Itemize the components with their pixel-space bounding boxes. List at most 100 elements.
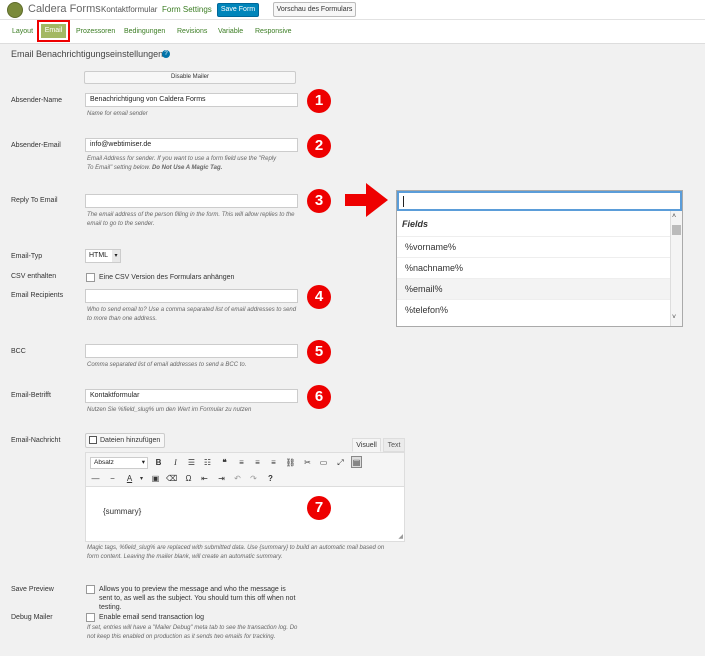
sender-email-label: Absender-Email: [11, 142, 61, 149]
form-name: Kontaktformular: [101, 5, 158, 14]
tab-layout[interactable]: Layout: [12, 28, 33, 35]
strikethrough-icon[interactable]: —: [90, 473, 101, 485]
bcc-description: Comma separated list of email addresses …: [87, 362, 247, 368]
tab-variable[interactable]: Variable: [218, 28, 243, 35]
tab-prozessoren[interactable]: Prozessoren: [76, 28, 115, 35]
dropdown-group-fields: Fields: [402, 219, 429, 229]
debug-mailer-checkbox[interactable]: [86, 613, 95, 622]
preview-form-button[interactable]: Vorschau des Formulars: [273, 2, 356, 17]
marker-5: 5: [307, 340, 331, 364]
redo-icon[interactable]: ↷: [248, 473, 259, 485]
link-icon[interactable]: ⛓: [285, 457, 296, 469]
bold-icon[interactable]: B: [153, 457, 164, 469]
bcc-input[interactable]: [85, 344, 298, 358]
editor-toolbar: Absatz ▾ B I ☰ ☷ ❝ ≡ ≡ ≡ ⛓ ✂ ▭ ⤢ ▤ — − A …: [86, 453, 404, 487]
dropdown-item[interactable]: %nachname%: [397, 257, 670, 278]
tab-revisions[interactable]: Revisions: [177, 28, 207, 35]
outdent-icon[interactable]: ⇤: [199, 473, 210, 485]
tab-text[interactable]: Text: [383, 438, 405, 452]
marker-2: 2: [307, 134, 331, 158]
media-icon: [89, 436, 97, 444]
csv-checkbox[interactable]: [86, 273, 95, 282]
tab-email-highlight: Email: [37, 20, 70, 42]
reply-to-input[interactable]: [85, 194, 298, 208]
align-center-icon[interactable]: ≡: [252, 457, 263, 469]
help-icon[interactable]: ?: [162, 50, 170, 58]
sender-email-desc-line1: Email Address for sender. If you want to…: [87, 156, 277, 162]
disable-mailer-button[interactable]: Disable Mailer: [84, 71, 296, 84]
add-media-button[interactable]: Dateien hinzufügen: [85, 433, 165, 448]
align-right-icon[interactable]: ≡: [268, 457, 279, 469]
clear-formatting-icon[interactable]: ⌫: [166, 473, 177, 485]
fullscreen-icon[interactable]: ⤢: [335, 457, 346, 469]
tab-responsive[interactable]: Responsive: [255, 28, 292, 35]
tab-visual[interactable]: Visuell: [352, 438, 381, 452]
undo-icon[interactable]: ↶: [232, 473, 243, 485]
editor-content[interactable]: {summary}: [103, 507, 141, 516]
help-icon[interactable]: ?: [265, 473, 276, 485]
recipients-description: Who to send email to? Use a comma separa…: [87, 307, 297, 322]
message-editor[interactable]: Absatz ▾ B I ☰ ☷ ❝ ≡ ≡ ≡ ⛓ ✂ ▭ ⤢ ▤ — − A …: [85, 452, 405, 542]
email-type-select[interactable]: HTML ▾: [85, 249, 121, 263]
app-logo: Caldera Forms: [28, 3, 101, 15]
subject-input[interactable]: Kontaktformular: [85, 389, 298, 403]
marker-4: 4: [307, 285, 331, 309]
read-more-icon[interactable]: ▭: [318, 457, 329, 469]
subject-description: Nutzen Sie %field_slug% um den Wert im F…: [87, 407, 252, 413]
magic-tag-search-input[interactable]: [397, 191, 682, 211]
save-preview-checkbox[interactable]: [86, 585, 95, 594]
numbered-list-icon[interactable]: ☷: [202, 457, 213, 469]
sender-email-desc-warning: Do Not Use A Magic Tag.: [151, 165, 223, 171]
unlink-icon[interactable]: ✂: [302, 457, 313, 469]
tab-bedingungen[interactable]: Bedingungen: [124, 28, 165, 35]
dropdown-item[interactable]: %email%: [397, 278, 670, 299]
format-select-value: Absatz: [94, 459, 114, 466]
bullet-list-icon[interactable]: ☰: [186, 457, 197, 469]
message-label: Email-Nachricht: [11, 437, 61, 444]
horizontal-line-icon[interactable]: −: [107, 473, 118, 485]
recipients-input[interactable]: [85, 289, 298, 303]
dropdown-scrollbar[interactable]: ˄ ˅: [670, 211, 682, 326]
sender-name-input[interactable]: Benachrichtigung von Caldera Forms: [85, 93, 298, 107]
toolbar-toggle-icon[interactable]: ▤: [351, 456, 362, 468]
resize-handle-icon[interactable]: ◢: [398, 533, 403, 540]
reply-to-label: Reply To Email: [11, 197, 58, 204]
debug-mailer-description: If set, entries will have a "Mailer Debu…: [87, 625, 298, 640]
indent-icon[interactable]: ⇥: [216, 473, 227, 485]
subject-label: Email-Betrifft: [11, 392, 51, 399]
arrow-head-icon: [366, 183, 388, 217]
magic-tag-dropdown: Fields %vorname% %nachname% %email% %tel…: [396, 190, 683, 327]
arrow-icon: [345, 194, 367, 206]
italic-icon[interactable]: I: [170, 457, 181, 469]
chevron-up-icon[interactable]: ˄: [672, 213, 676, 220]
top-bar: Caldera Forms Kontaktformular Form Setti…: [0, 0, 705, 20]
scrollbar-thumb[interactable]: [672, 225, 681, 235]
debug-mailer-label: Debug Mailer: [11, 614, 53, 621]
chevron-down-icon: ▾: [141, 459, 145, 466]
dropdown-item[interactable]: %telefon%: [397, 299, 670, 320]
tab-email[interactable]: Email: [41, 24, 66, 38]
dropdown-item[interactable]: %vorname%: [397, 236, 670, 257]
add-media-label: Dateien hinzufügen: [100, 437, 161, 444]
save-preview-label: Save Preview: [11, 586, 54, 593]
align-left-icon[interactable]: ≡: [236, 457, 247, 469]
save-form-button[interactable]: Save Form: [217, 3, 259, 17]
csv-label: CSV enthalten: [11, 273, 57, 280]
sender-email-description: Email Address for sender. If you want to…: [87, 155, 302, 173]
blockquote-icon[interactable]: ❝: [219, 457, 230, 469]
chevron-down-icon: ▾: [112, 250, 120, 262]
marker-7: 7: [307, 496, 331, 520]
chevron-down-icon[interactable]: ˅: [672, 314, 676, 321]
csv-checkbox-label: Eine CSV Version des Formulars anhängen: [99, 274, 235, 281]
special-char-icon[interactable]: Ω: [183, 473, 194, 485]
save-preview-checkbox-label: Allows you to preview the message and wh…: [99, 586, 296, 611]
paste-text-icon[interactable]: ▣: [150, 473, 161, 485]
chevron-down-icon[interactable]: ▾: [136, 473, 147, 485]
text-cursor: [403, 196, 404, 207]
form-settings-link[interactable]: Form Settings: [162, 5, 212, 14]
sender-email-input[interactable]: info@webtimiser.de: [85, 138, 298, 152]
format-select[interactable]: Absatz ▾: [90, 457, 148, 469]
debug-mailer-checkbox-label: Enable email send transaction log: [99, 614, 205, 621]
text-color-icon[interactable]: A: [124, 473, 135, 485]
marker-3: 3: [307, 189, 331, 213]
